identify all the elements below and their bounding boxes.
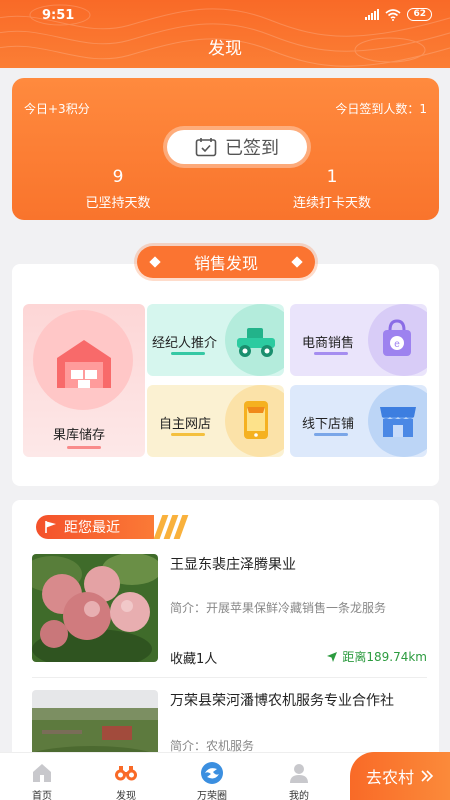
page-title: 发现 bbox=[208, 39, 242, 59]
nearby-title: 距您最近 bbox=[36, 515, 154, 539]
signal-icon bbox=[365, 9, 380, 20]
item-favorites: 收藏1人 bbox=[170, 652, 218, 667]
nav-label: 万荣圈 bbox=[197, 791, 227, 800]
nav-circle[interactable]: 万荣圈 bbox=[172, 753, 252, 800]
tile-label: 经纪人推介 bbox=[152, 336, 218, 351]
nav-discover[interactable]: 发现 bbox=[86, 753, 166, 800]
shopping-bag-icon: e bbox=[383, 319, 411, 356]
item-name: 万荣县荣河潘博农机服务专业合作社 bbox=[170, 693, 394, 709]
tile-warehouse[interactable]: 果库储存 bbox=[23, 304, 145, 457]
item-distance-text: 距离189.74km bbox=[342, 650, 427, 664]
double-chevron-right-icon bbox=[421, 770, 434, 782]
item-name: 王显东裴庄泽腾果业 bbox=[170, 557, 296, 573]
nav-home[interactable]: 首页 bbox=[2, 753, 82, 800]
nav-label: 发现 bbox=[116, 791, 136, 800]
tile-underline bbox=[171, 433, 205, 436]
wifi-icon bbox=[385, 8, 401, 21]
circle-logo-icon bbox=[201, 762, 223, 784]
tile-ecommerce[interactable]: 电商销售 e bbox=[290, 304, 427, 376]
nav-profile[interactable]: 我的 bbox=[259, 753, 339, 800]
status-time: 9:51 bbox=[42, 8, 75, 23]
streak-stat: 1 连续打卡天数 bbox=[232, 166, 432, 211]
svg-text:e: e bbox=[394, 339, 400, 350]
storefront-icon bbox=[380, 407, 416, 437]
status-bar: 9:51 62 bbox=[0, 0, 450, 30]
divider bbox=[32, 677, 427, 678]
tile-offline-store[interactable]: 线下店铺 bbox=[290, 385, 427, 457]
flag-icon bbox=[45, 521, 56, 533]
profile-icon bbox=[290, 764, 308, 783]
tile-underline bbox=[67, 446, 101, 449]
points-today: 今日+3积分 bbox=[24, 102, 90, 116]
binoculars-icon bbox=[115, 766, 137, 781]
list-item[interactable]: 王显东裴庄泽腾果业 简介：开展苹果保鲜冷藏销售一条龙服务 收藏1人 距离189.… bbox=[32, 554, 427, 667]
home-icon bbox=[33, 764, 51, 782]
checkin-count: 今日签到人数：1 bbox=[335, 102, 427, 116]
item-description: 简介：开展苹果保鲜冷藏销售一条龙服务 bbox=[170, 601, 387, 615]
checkin-button[interactable]: 已签到 bbox=[167, 130, 307, 164]
warehouse-icon bbox=[57, 340, 111, 388]
sales-section-title: 销售发现 bbox=[137, 246, 315, 278]
battery-indicator: 62 bbox=[407, 8, 432, 21]
tile-broker[interactable]: 经纪人推介 bbox=[147, 304, 284, 376]
tile-online-shop[interactable]: 自主网店 bbox=[147, 385, 284, 457]
streak-value: 1 bbox=[326, 167, 338, 187]
nearby-title-text: 距您最近 bbox=[64, 520, 120, 536]
navigation-arrow-icon bbox=[327, 651, 338, 662]
checkin-button-label: 已签到 bbox=[225, 138, 279, 159]
checkin-card: 今日+3积分 今日签到人数：1 已签到 9 已坚持天数 1 连续打卡天数 bbox=[12, 78, 439, 220]
nearby-title-tag: 距您最近 bbox=[36, 515, 189, 539]
item-distance: 距离189.74km bbox=[326, 648, 427, 665]
sales-title-text: 销售发现 bbox=[193, 254, 258, 273]
farm-photo bbox=[32, 690, 158, 760]
phone-shop-icon bbox=[244, 401, 268, 439]
go-village-label: 去农村 bbox=[366, 768, 415, 787]
nav-label: 我的 bbox=[289, 791, 309, 800]
days-kept-value: 9 bbox=[112, 167, 124, 187]
diamond-decoration bbox=[149, 256, 161, 268]
list-item[interactable]: 万荣县荣河潘博农机服务专业合作社 简介：农机服务 bbox=[32, 690, 427, 760]
streak-label: 连续打卡天数 bbox=[292, 196, 371, 211]
tile-underline bbox=[314, 433, 348, 436]
nav-label: 首页 bbox=[32, 791, 52, 800]
tile-label: 自主网店 bbox=[159, 417, 212, 432]
tractor-icon bbox=[237, 328, 275, 357]
nearby-section: 距您最近 王显东裴庄泽腾果业 简介：开展苹果保鲜冷藏销售一条龙服务 收藏1人 距… bbox=[12, 500, 439, 760]
go-village-button[interactable]: 去农村 bbox=[350, 752, 450, 800]
diamond-decoration bbox=[291, 256, 303, 268]
header: 9:51 62 发现 bbox=[0, 0, 450, 68]
status-icons: 62 bbox=[365, 8, 432, 21]
tile-underline bbox=[171, 352, 205, 355]
item-thumbnail bbox=[32, 690, 158, 760]
days-kept-label: 已坚持天数 bbox=[85, 196, 151, 211]
apple-tree-photo bbox=[32, 554, 158, 662]
tile-label: 线下店铺 bbox=[302, 417, 355, 432]
tile-label: 电商销售 bbox=[302, 336, 355, 351]
days-kept-stat: 9 已坚持天数 bbox=[18, 166, 218, 211]
item-thumbnail bbox=[32, 554, 158, 662]
tile-label: 果库储存 bbox=[53, 428, 106, 443]
sales-section: 果库储存 经纪人推介 电商销售 e 自主网店 线下店铺 bbox=[12, 264, 439, 486]
tile-underline bbox=[314, 352, 348, 355]
calendar-check-icon bbox=[195, 138, 217, 157]
